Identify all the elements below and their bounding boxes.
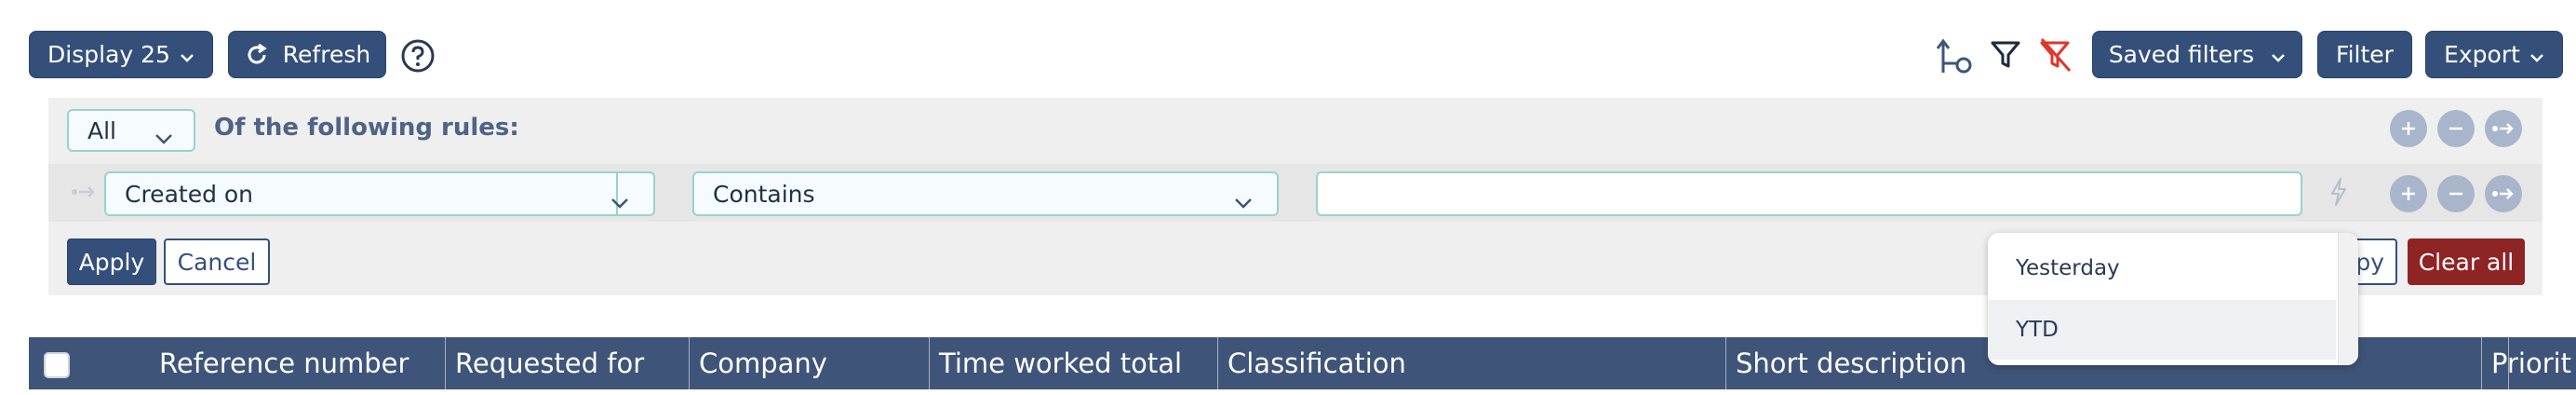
lightning-icon[interactable] [2328, 177, 2349, 207]
display-count-label: Display 25 [47, 41, 170, 68]
filter-button[interactable]: Filter [2317, 31, 2412, 78]
select-all-checkbox[interactable] [44, 352, 70, 378]
apply-label: Apply [78, 248, 145, 276]
indent-rule-button[interactable] [2485, 175, 2522, 212]
drag-handle-icon[interactable] [71, 184, 97, 199]
chevron-down-icon [154, 124, 173, 151]
indent-group-button[interactable] [2485, 110, 2522, 147]
column-label: Reference number [159, 347, 409, 379]
rule-field-select[interactable]: Created on [104, 171, 655, 216]
export-label: Export [2444, 41, 2520, 68]
date-preset-dropdown: Yesterday YTD [1988, 233, 2358, 365]
column-header-classification[interactable]: Classification [1218, 337, 1726, 389]
column-header-priority[interactable]: Priorit [2481, 337, 2576, 389]
dropdown-option-label: YTD [2016, 318, 2059, 342]
chevron-down-icon [2271, 41, 2286, 68]
refresh-label: Refresh [282, 41, 371, 68]
rule-operator-select[interactable]: Contains [692, 171, 1279, 216]
chevron-down-icon [1234, 188, 1253, 215]
column-label: Classification [1228, 347, 1406, 379]
match-mode-select[interactable]: All [67, 109, 195, 152]
clear-all-label: Clear all [2418, 248, 2515, 276]
rules-heading: Of the following rules: [214, 114, 519, 142]
chevron-down-icon [180, 41, 195, 68]
column-label: Short description [1736, 347, 1967, 379]
column-label: Time worked total [939, 347, 1183, 379]
display-count-button[interactable]: Display 25 [29, 31, 213, 78]
dropdown-scrollbar[interactable] [2338, 233, 2358, 365]
apply-copy-label: py [2355, 248, 2384, 276]
column-label: Priorit [2491, 347, 2572, 379]
filter-label: Filter [2336, 41, 2394, 68]
remove-rule-button[interactable] [2437, 175, 2475, 212]
column-header-company[interactable]: Company [690, 337, 930, 389]
refresh-button[interactable]: Refresh [228, 31, 386, 78]
cancel-label: Cancel [177, 248, 257, 276]
chevron-down-icon [2529, 41, 2544, 68]
column-header-reference-number[interactable]: Reference number [122, 337, 446, 389]
dropdown-option-label: Yesterday [2016, 256, 2120, 280]
dropdown-option[interactable]: YTD [1988, 300, 2336, 360]
help-icon[interactable] [400, 38, 436, 74]
sort-hierarchy-icon[interactable] [1936, 35, 1973, 76]
remove-group-button[interactable] [2437, 110, 2475, 147]
column-label: Company [699, 347, 827, 379]
filter-icon[interactable] [1990, 39, 2021, 71]
clear-all-button[interactable]: Clear all [2408, 238, 2525, 285]
match-mode-value: All [87, 116, 116, 144]
rule-field-value: Created on [125, 180, 254, 208]
add-rule-button[interactable] [2390, 175, 2427, 212]
saved-filters-button[interactable]: Saved filters [2092, 31, 2302, 78]
rule-value-input[interactable] [1316, 171, 2302, 216]
rule-operator-value: Contains [713, 180, 815, 208]
dropdown-option[interactable]: Yesterday [1988, 240, 2336, 296]
column-label: Requested for [455, 347, 645, 379]
column-header-time-worked-total[interactable]: Time worked total [930, 337, 1218, 389]
column-header-requested-for[interactable]: Requested for [446, 337, 690, 389]
saved-filters-label: Saved filters [2108, 41, 2255, 68]
clear-filter-icon[interactable] [2038, 37, 2073, 73]
export-button[interactable]: Export [2425, 31, 2563, 78]
refresh-icon [244, 42, 270, 68]
cancel-button[interactable]: Cancel [164, 238, 270, 285]
apply-button[interactable]: Apply [67, 238, 156, 285]
add-group-button[interactable] [2390, 110, 2427, 147]
chevron-down-icon [610, 188, 629, 215]
